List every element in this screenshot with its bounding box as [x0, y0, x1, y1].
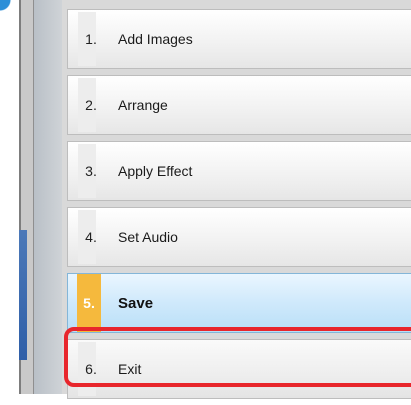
- accent-bar: [19, 230, 27, 360]
- step-set-audio-button[interactable]: 4. Set Audio: [67, 207, 411, 267]
- step-number: 3.: [85, 163, 97, 179]
- step-number: 6.: [85, 361, 97, 377]
- step-label: Arrange: [118, 97, 168, 113]
- step-apply-effect-button[interactable]: 3. Apply Effect: [67, 141, 411, 201]
- step-number: 4.: [85, 229, 97, 245]
- step-save-button[interactable]: 5. Save: [67, 273, 411, 333]
- step-number: 2.: [85, 97, 97, 113]
- step-number: 1.: [85, 31, 97, 47]
- sidebar-shade: [34, 0, 62, 394]
- step-label: Save: [118, 294, 154, 312]
- step-label: Exit: [118, 361, 142, 377]
- step-number: 5.: [83, 295, 95, 311]
- step-add-images-button[interactable]: 1. Add Images: [67, 9, 411, 69]
- step-arrange-button[interactable]: 2. Arrange: [67, 75, 411, 135]
- step-exit-button[interactable]: 6. Exit: [67, 339, 411, 399]
- step-label: Apply Effect: [118, 163, 193, 179]
- step-label: Add Images: [118, 31, 193, 47]
- corner-decoration-icon: [0, 0, 18, 18]
- step-label: Set Audio: [118, 229, 178, 245]
- step-list: 1. Add Images 2. Arrange 3. Apply Effect…: [67, 9, 411, 405]
